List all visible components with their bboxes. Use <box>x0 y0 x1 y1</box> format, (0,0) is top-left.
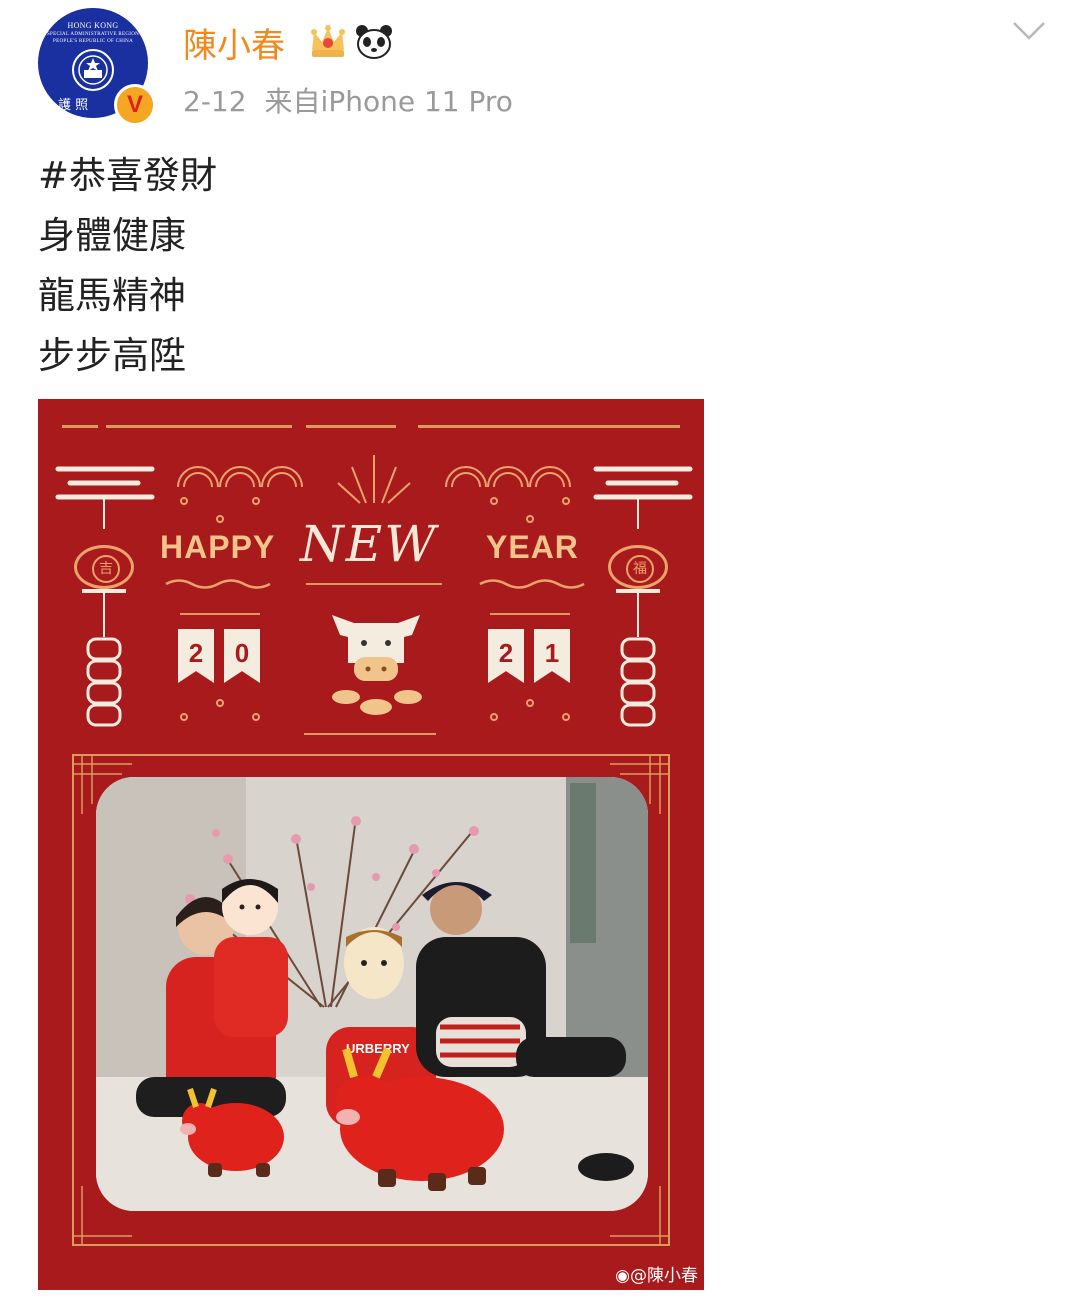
post-line: 身體健康 <box>38 214 186 257</box>
weibo-logo-icon: ◉ <box>615 1266 630 1286</box>
post-line: 龍馬精神 <box>38 274 186 317</box>
jersey-text: URBERRY <box>346 1041 410 1056</box>
chevron-down-icon[interactable] <box>1012 20 1046 42</box>
avatar-text-line1: HONG KONG <box>67 21 119 30</box>
post-date: 2-12 <box>183 85 247 118</box>
avatar-text-line2: SPECIAL ADMINISTRATIVE REGION <box>46 32 140 37</box>
post-line: 步步高陞 <box>38 334 186 377</box>
crown-icon[interactable] <box>308 24 348 60</box>
post-line-hashtag[interactable]: #恭喜發財 <box>38 146 217 206</box>
watermark-text: @陳小春 <box>630 1266 698 1286</box>
post-image[interactable]: 吉 福 HAPPY NEW YEAR 2 0 2 1 URBERRY ◉@陳小春 <box>38 399 704 1290</box>
family-photo[interactable]: URBERRY <box>96 777 648 1211</box>
family-photo-illustration: URBERRY <box>96 777 648 1211</box>
emblem-icon <box>72 49 114 91</box>
post-text: #恭喜發財 身體健康 龍馬精神 步步高陞 <box>38 146 217 386</box>
weibo-watermark: ◉@陳小春 <box>615 1261 698 1286</box>
dots-ornament <box>180 497 570 721</box>
post-source[interactable]: 来自iPhone 11 Pro <box>265 85 513 118</box>
avatar-text-line4: 護 照 <box>58 98 89 113</box>
panda-icon[interactable] <box>354 24 394 60</box>
verified-badge: V <box>114 84 156 126</box>
avatar-text-line3: PEOPLE'S REPUBLIC OF CHINA <box>53 39 133 44</box>
username[interactable]: 陳小春 <box>183 18 285 67</box>
post-meta: 2-12 来自iPhone 11 Pro <box>183 80 513 120</box>
